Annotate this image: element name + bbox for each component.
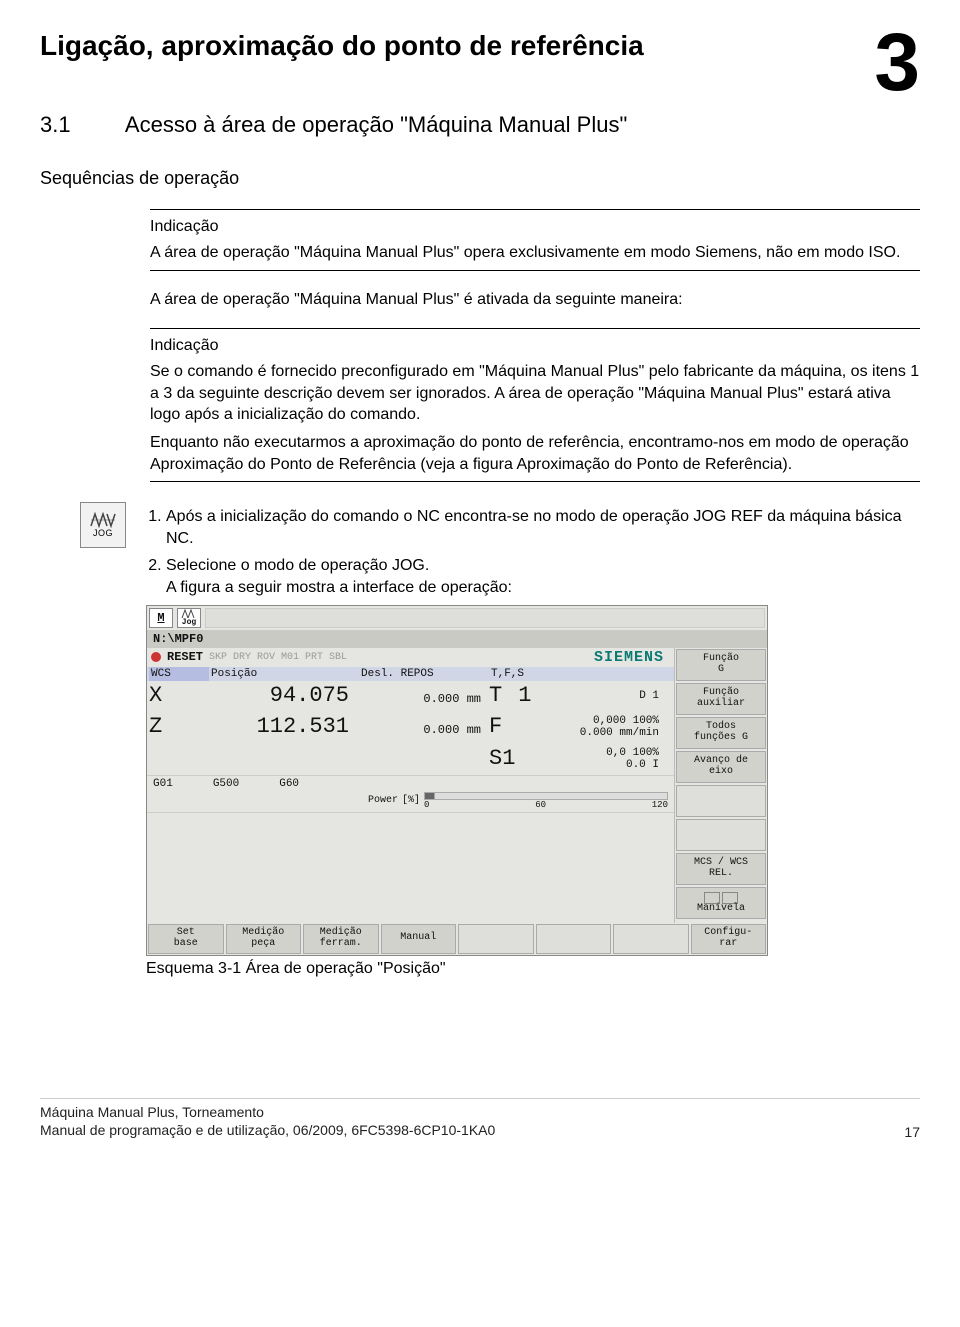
note-body: Se o comando é fornecido preconfigurado … <box>150 361 920 426</box>
note-body: A área de operação "Máquina Manual Plus"… <box>150 242 920 264</box>
col-tfs: T,F,S <box>489 667 659 681</box>
power-bar: Power [%] 060120 <box>362 792 674 812</box>
softkey-axis-feed[interactable]: Avanço deeixo <box>676 751 766 783</box>
g-code-line: G01 G500 G60 <box>147 776 674 792</box>
softkey-mcs-wcs[interactable]: MCS / WCSREL. <box>676 853 766 885</box>
softkey-handwheel[interactable]: Manivela <box>676 887 766 919</box>
col-desl: Desl. REPOS <box>359 667 489 681</box>
softkey-set-base[interactable]: Setbase <box>148 924 224 954</box>
softkey-empty <box>458 924 534 954</box>
note-label: Indicação <box>150 337 920 355</box>
softkey-empty <box>676 819 766 851</box>
softkey-measure-tool[interactable]: Mediçãoferram. <box>303 924 379 954</box>
note-block-1: Indicação A área de operação "Máquina Ma… <box>150 209 920 271</box>
axis-z-position: 112.531 <box>209 714 359 739</box>
softkey-empty <box>536 924 612 954</box>
paragraph: A área de operação "Máquina Manual Plus"… <box>150 289 920 311</box>
note-block-2: Indicação Se o comando é fornecido preco… <box>150 328 920 482</box>
col-wcs: WCS <box>149 667 209 681</box>
section-heading: 3.1 Acesso à área de operação "Máquina M… <box>40 112 920 138</box>
softkey-g-function[interactable]: FunçãoG <box>676 649 766 681</box>
hmi-screenshot: M Jog N:\MPF0 RESET SKP <box>146 605 920 956</box>
spindle-row: S1 0,0 100% 0.0 I <box>489 746 659 771</box>
siemens-logo: SIEMENS <box>594 649 664 666</box>
chapter-number: 3 <box>874 30 920 96</box>
list-item: Selecione o modo de operação JOG. A figu… <box>166 555 920 598</box>
softkey-manual[interactable]: Manual <box>381 924 457 954</box>
steps-list: Após a inicialização do comando o NC enc… <box>146 506 920 598</box>
axis-z-label: Z <box>149 714 209 739</box>
feed-row: F 0,000 100% 0.000 mm/min <box>489 714 659 739</box>
sequence-label: Sequências de operação <box>40 168 920 189</box>
footer-docref: Manual de programação e de utilização, 0… <box>40 1122 495 1138</box>
col-position: Posição <box>209 667 359 681</box>
chapter-title: Ligação, aproximação do ponto de referên… <box>40 30 920 62</box>
program-name: N:\MPF0 <box>147 630 767 648</box>
section-title: Acesso à área de operação "Máquina Manua… <box>125 112 627 137</box>
footer-product: Máquina Manual Plus, Torneamento <box>40 1104 264 1120</box>
message-area <box>205 608 765 628</box>
softkey-configure[interactable]: Configu-rar <box>691 924 767 954</box>
softkey-empty <box>613 924 689 954</box>
jog-icon-label: JOG <box>93 528 113 538</box>
list-item: Após a inicialização do comando o NC enc… <box>166 506 920 549</box>
axis-x-label: X <box>149 683 209 708</box>
reset-indicator-icon <box>151 652 161 662</box>
note-label: Indicação <box>150 218 920 236</box>
figure-caption: Esquema 3-1 Área de operação "Posição" <box>146 960 920 978</box>
jog-icon: JOG <box>80 502 126 548</box>
softkey-empty <box>676 785 766 817</box>
axis-z-repos: 0.000 mm <box>359 717 489 737</box>
softkey-measure-part[interactable]: Mediçãopeça <box>226 924 302 954</box>
softkey-all-g-functions[interactable]: Todosfunções G <box>676 717 766 749</box>
tool-row: T 1 D 1 <box>489 683 659 708</box>
reset-label: RESET <box>167 650 203 664</box>
axis-x-position: 94.075 <box>209 683 359 708</box>
section-number: 3.1 <box>40 112 120 138</box>
page-number: 17 <box>904 1124 920 1140</box>
status-tokens: SKP DRY ROV M01 PRT SBL <box>209 652 347 663</box>
softkey-aux-function[interactable]: Funçãoauxiliar <box>676 683 766 715</box>
note-body: Enquanto não executarmos a aproximação d… <box>150 432 920 475</box>
machine-icon: M <box>149 608 173 628</box>
jog-mode-icon: Jog <box>177 608 201 628</box>
page-footer: Máquina Manual Plus, Torneamento Manual … <box>40 1098 920 1141</box>
axis-x-repos: 0.000 mm <box>359 686 489 706</box>
